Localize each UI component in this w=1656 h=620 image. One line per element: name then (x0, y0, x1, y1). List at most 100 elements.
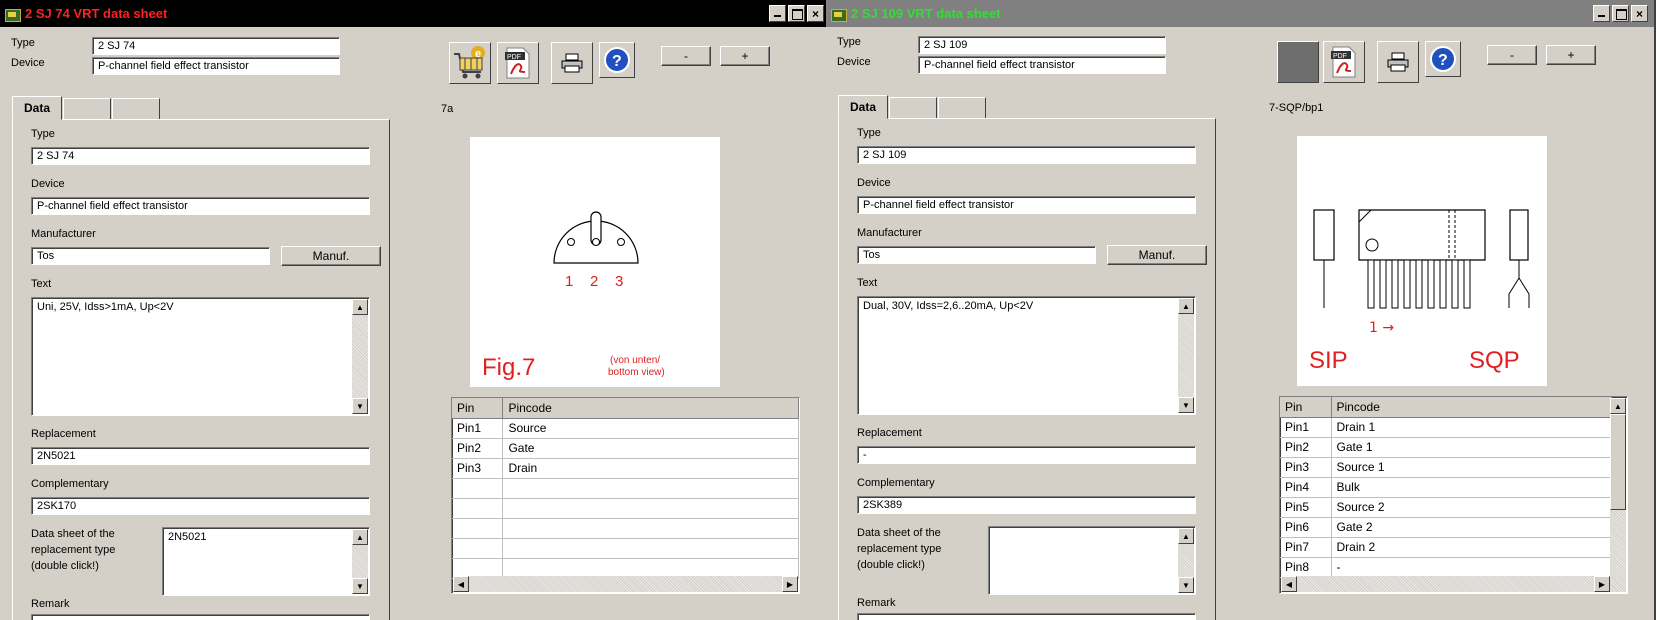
device-field[interactable]: P-channel field effect transistor (31, 197, 370, 215)
minimize-button[interactable] (1593, 5, 1610, 22)
tab-2[interactable] (889, 97, 937, 119)
table-row[interactable] (452, 538, 799, 559)
title-bar[interactable]: 2 SJ 74 VRT data sheet × (0, 0, 826, 27)
sip-sqp-package-drawing: 1 → SIP SQP (1309, 209, 1530, 374)
scroll-left-icon[interactable]: ◀ (453, 576, 469, 592)
scroll-up-icon[interactable]: ▲ (1610, 398, 1626, 414)
pincode-cell: Gate 1 (1331, 437, 1612, 458)
scroll-down-icon[interactable]: ▼ (1178, 577, 1194, 593)
device-label: Device (857, 177, 891, 189)
text-memo[interactable]: Uni, 25V, Idss>1mA, Up<2V ▲ ▼ (31, 297, 370, 416)
device-field[interactable]: P-channel field effect transistor (857, 196, 1196, 214)
type-field[interactable]: 2 SJ 109 (857, 146, 1196, 164)
table-row[interactable]: Pin4 Bulk (1280, 477, 1612, 498)
tab-2[interactable] (63, 98, 111, 120)
table-row[interactable] (452, 558, 799, 579)
replacement-field[interactable]: 2N5021 (31, 447, 370, 465)
tab-3[interactable] (112, 98, 160, 120)
header-type-field[interactable]: 2 SJ 109 (918, 36, 1166, 54)
text-label: Text (857, 277, 878, 289)
print-button[interactable] (551, 42, 593, 84)
table-row[interactable] (452, 518, 799, 539)
close-button[interactable]: × (1631, 5, 1648, 22)
complementary-field[interactable]: 2SK170 (31, 497, 370, 515)
shop-button-disabled[interactable] (1277, 41, 1319, 83)
scroll-down-icon[interactable]: ▼ (352, 578, 368, 594)
remark-field[interactable] (857, 613, 1196, 620)
datasheet-memo[interactable]: 2N5021 ▲ ▼ (162, 527, 370, 596)
header-type-field[interactable]: 2 SJ 74 (92, 37, 340, 55)
table-row[interactable]: Pin7 Drain 2 (1280, 537, 1612, 558)
scroll-up-icon[interactable]: ▲ (1178, 528, 1194, 544)
pincode-cell: Gate 2 (1331, 517, 1612, 538)
table-row[interactable]: Pin6 Gate 2 (1280, 517, 1612, 538)
tab-data[interactable]: Data (12, 96, 62, 120)
replacement-field[interactable]: - (857, 446, 1196, 464)
header-device-field[interactable]: P-channel field effect transistor (918, 56, 1166, 74)
tab-3[interactable] (938, 97, 986, 119)
complementary-field[interactable]: 2SK389 (857, 496, 1196, 514)
manufacturer-field[interactable]: Tos (31, 247, 270, 265)
next-button[interactable]: + (1546, 45, 1596, 65)
pin-column-header[interactable]: Pin (1280, 397, 1332, 418)
scroll-up-icon[interactable]: ▲ (1178, 298, 1194, 314)
minimize-button[interactable] (769, 5, 786, 22)
next-button[interactable]: + (720, 46, 770, 66)
shop-cart-button[interactable]: e (449, 42, 491, 84)
table-row[interactable]: Pin5 Source 2 (1280, 497, 1612, 518)
pin-table-hscroll[interactable]: ◀ ▶ (453, 576, 798, 592)
pin-table-hscroll[interactable]: ◀ ▶ (1281, 576, 1626, 592)
pin-3-label: 3 (615, 273, 623, 290)
tab-data[interactable]: Data (838, 95, 888, 119)
print-button[interactable] (1377, 41, 1419, 83)
datasheet-scrollbar[interactable]: ▲ ▼ (352, 529, 368, 594)
pin-table[interactable]: Pin Pincode Pin1 Source Pin2 Gate Pin3 Drai… (451, 397, 800, 594)
pincode-cell (502, 558, 799, 579)
table-row[interactable] (452, 478, 799, 499)
pin-table[interactable]: Pin Pincode Pin1 Drain 1 Pin2 Gate 1 Pin3 S… (1279, 396, 1628, 594)
table-row[interactable]: Pin2 Gate 1 (1280, 437, 1612, 458)
table-row[interactable]: Pin1 Drain 1 (1280, 417, 1612, 438)
text-memo[interactable]: Dual, 30V, Idss=2,6..20mA, Up<2V ▲ ▼ (857, 296, 1196, 415)
manuf-button[interactable]: Manuf. (1107, 245, 1207, 265)
table-row[interactable]: Pin8- (1280, 557, 1612, 578)
title-bar[interactable]: 2 SJ 109 VRT data sheet × (826, 0, 1656, 27)
table-row[interactable]: Pin2 Gate (452, 438, 799, 459)
table-row[interactable]: Pin3 Drain (452, 458, 799, 479)
scroll-thumb[interactable] (1610, 414, 1626, 510)
type-field[interactable]: 2 SJ 74 (31, 147, 370, 165)
help-button[interactable]: ? (1425, 41, 1461, 77)
header-device-field[interactable]: P-channel field effect transistor (92, 57, 340, 75)
scroll-up-icon[interactable]: ▲ (352, 529, 368, 545)
text-scrollbar[interactable]: ▲ ▼ (352, 299, 368, 414)
remark-field[interactable] (31, 614, 370, 620)
maximize-button[interactable] (788, 5, 805, 22)
scroll-down-icon[interactable]: ▼ (352, 398, 368, 414)
pincode-column-header[interactable]: Pincode (502, 398, 799, 419)
scroll-up-icon[interactable]: ▲ (352, 299, 368, 315)
table-row[interactable] (452, 498, 799, 519)
pin-column-header[interactable]: Pin (452, 398, 504, 419)
pin-2-label: 2 (590, 273, 598, 290)
manuf-button[interactable]: Manuf. (281, 246, 381, 266)
scroll-down-icon[interactable]: ▼ (1178, 397, 1194, 413)
pdf-button[interactable]: PDF (1323, 41, 1365, 83)
text-scrollbar[interactable]: ▲ ▼ (1178, 298, 1194, 413)
scroll-left-icon[interactable]: ◀ (1281, 576, 1297, 592)
scroll-right-icon[interactable]: ▶ (782, 576, 798, 592)
datasheet-memo[interactable]: ▲ ▼ (988, 526, 1196, 595)
pin-table-vscroll[interactable]: ▲ (1610, 398, 1626, 576)
manufacturer-field[interactable]: Tos (857, 246, 1096, 264)
help-button[interactable]: ? (599, 42, 635, 78)
previous-button[interactable]: - (1487, 45, 1537, 65)
datasheet-scrollbar[interactable]: ▲ ▼ (1178, 528, 1194, 593)
pdf-button[interactable]: PDF (497, 42, 539, 84)
pincode-column-header[interactable]: Pincode (1331, 397, 1612, 418)
datasheet-memo-value: 2N5021 (168, 531, 207, 543)
maximize-button[interactable] (1612, 5, 1629, 22)
table-row[interactable]: Pin3 Source 1 (1280, 457, 1612, 478)
scroll-right-icon[interactable]: ▶ (1594, 576, 1610, 592)
previous-button[interactable]: - (661, 46, 711, 66)
table-row[interactable]: Pin1 Source (452, 418, 799, 439)
close-button[interactable]: × (807, 5, 824, 22)
